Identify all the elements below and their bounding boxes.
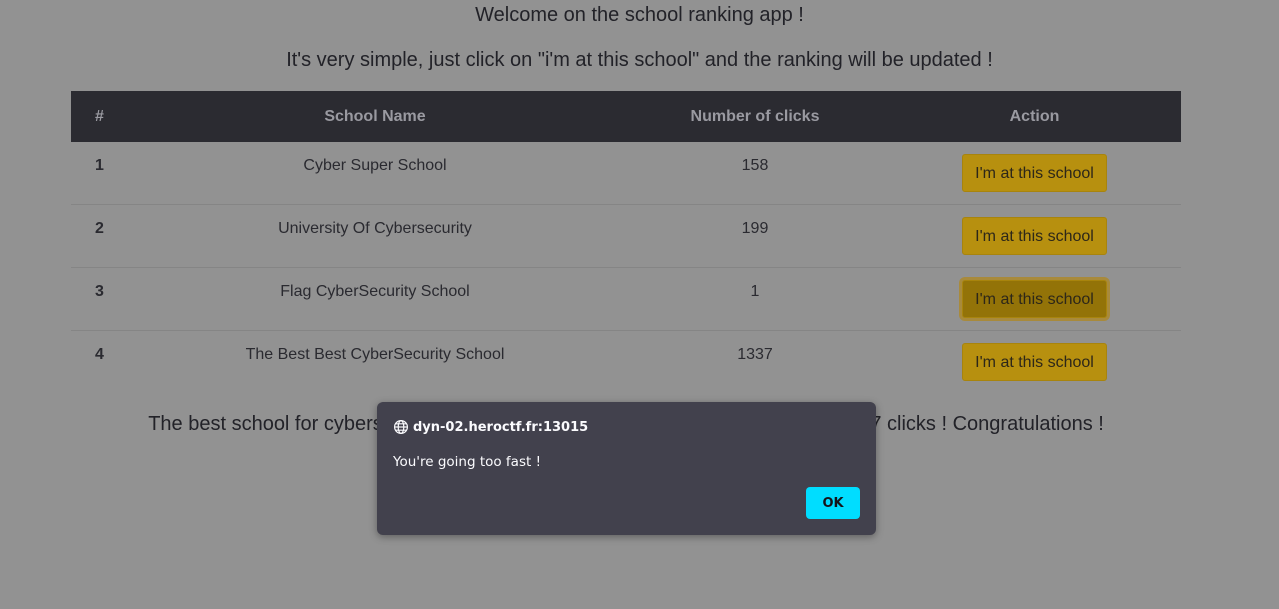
clicks-cell: 1337: [622, 331, 888, 394]
school-name-cell: The Best Best CyberSecurity School: [128, 331, 622, 394]
table-header-row: # School Name Number of clicks Action: [71, 91, 1181, 142]
school-name-cell: Flag CyberSecurity School: [128, 267, 622, 331]
clicks-value: 158: [741, 157, 769, 174]
action-cell: I'm at this school: [888, 331, 1181, 394]
clicks-value: 1337: [737, 346, 773, 363]
im-at-this-school-button[interactable]: I'm at this school: [962, 154, 1107, 192]
rank-cell: 2: [71, 204, 128, 268]
alert-dialog: dyn-02.heroctf.fr:13015 You're going too…: [377, 402, 876, 535]
header-action: Action: [1009, 107, 1060, 125]
school-name: Flag CyberSecurity School: [280, 283, 470, 300]
table-row: 1 Cyber Super School 158 I'm at this sch…: [71, 142, 1181, 205]
table-row: 4 The Best Best CyberSecurity School 133…: [71, 331, 1181, 394]
header-rank: #: [95, 107, 104, 125]
school-name: Cyber Super School: [303, 157, 447, 174]
im-at-this-school-button[interactable]: I'm at this school: [962, 343, 1107, 381]
clicks-value: 199: [741, 220, 769, 237]
school-name-cell: University Of Cybersecurity: [128, 204, 622, 268]
school-name: University Of Cybersecurity: [278, 220, 472, 237]
clicks-cell: 158: [622, 142, 888, 205]
clicks-cell: 199: [622, 204, 888, 268]
dialog-origin-text: dyn-02.heroctf.fr:13015: [413, 419, 589, 435]
table-row: 2 University Of Cybersecurity 199 I'm at…: [71, 204, 1181, 268]
clicks-cell: 1: [622, 267, 888, 331]
ok-button[interactable]: OK: [806, 487, 860, 519]
school-name: The Best Best CyberSecurity School: [245, 346, 505, 363]
table-row: 3 Flag CyberSecurity School 1 I'm at thi…: [71, 267, 1181, 331]
school-name-cell: Cyber Super School: [128, 142, 622, 205]
header-clicks: Number of clicks: [690, 107, 820, 125]
instructions-text: It's very simple, just click on "i'm at …: [286, 49, 993, 71]
welcome-heading: Welcome on the school ranking app !: [475, 4, 804, 26]
action-cell: I'm at this school: [888, 142, 1181, 205]
rank-cell: 3: [71, 267, 128, 331]
rank-value: 2: [95, 220, 104, 237]
clicks-value: 1: [750, 283, 760, 300]
dialog-origin: dyn-02.heroctf.fr:13015: [393, 419, 588, 435]
rank-cell: 1: [71, 142, 128, 205]
im-at-this-school-button[interactable]: I'm at this school: [962, 280, 1107, 318]
action-cell: I'm at this school: [888, 267, 1181, 331]
action-cell: I'm at this school: [888, 204, 1181, 268]
rank-cell: 4: [71, 331, 128, 394]
globe-icon: [393, 419, 409, 435]
ranking-table: # School Name Number of clicks Action 1 …: [71, 91, 1181, 393]
header-school-name: School Name: [324, 107, 426, 125]
dialog-message: You're going too fast !: [393, 454, 541, 470]
rank-value: 4: [95, 346, 104, 363]
im-at-this-school-button[interactable]: I'm at this school: [962, 217, 1107, 255]
rank-value: 3: [95, 283, 104, 300]
rank-value: 1: [95, 157, 104, 174]
